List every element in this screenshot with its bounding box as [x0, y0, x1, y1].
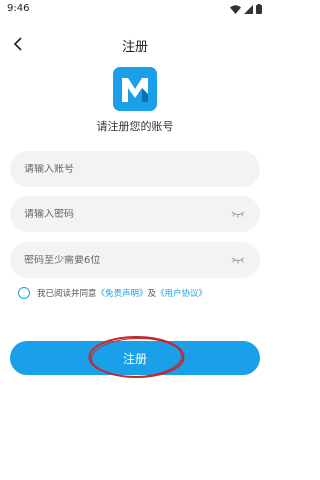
agreement-row: 我已阅读并同意 《免责声明》 及 《用户协议》: [18, 287, 207, 299]
toggle-confirm-visibility[interactable]: [230, 255, 246, 265]
status-icons: [230, 4, 262, 14]
account-field[interactable]: [10, 151, 260, 187]
status-time: 9:46: [7, 3, 30, 14]
confirm-password-field[interactable]: [10, 242, 260, 278]
user-agreement-link[interactable]: 《用户协议》: [156, 287, 207, 299]
app-logo: [113, 67, 157, 111]
account-input[interactable]: [24, 163, 246, 175]
toggle-password-visibility[interactable]: [230, 209, 246, 219]
disclaimer-link[interactable]: 《免责声明》: [97, 287, 148, 299]
signal-icon: [244, 4, 253, 14]
confirm-password-input[interactable]: [24, 254, 230, 266]
agreement-and: 及: [147, 289, 157, 299]
eye-closed-icon: [231, 211, 245, 217]
password-input[interactable]: [24, 208, 230, 220]
wifi-icon: [230, 4, 241, 14]
page-title: 注册: [121, 40, 148, 55]
password-field[interactable]: [10, 196, 260, 232]
battery-icon: [256, 4, 262, 14]
agreement-text: 我已阅读并同意: [37, 289, 97, 299]
register-button[interactable]: 注册: [10, 341, 260, 375]
eye-closed-icon: [231, 257, 245, 263]
status-bar: 9:46: [0, 0, 270, 20]
register-subtitle: 请注册您的账号: [96, 120, 174, 133]
agree-checkbox[interactable]: [18, 287, 30, 299]
